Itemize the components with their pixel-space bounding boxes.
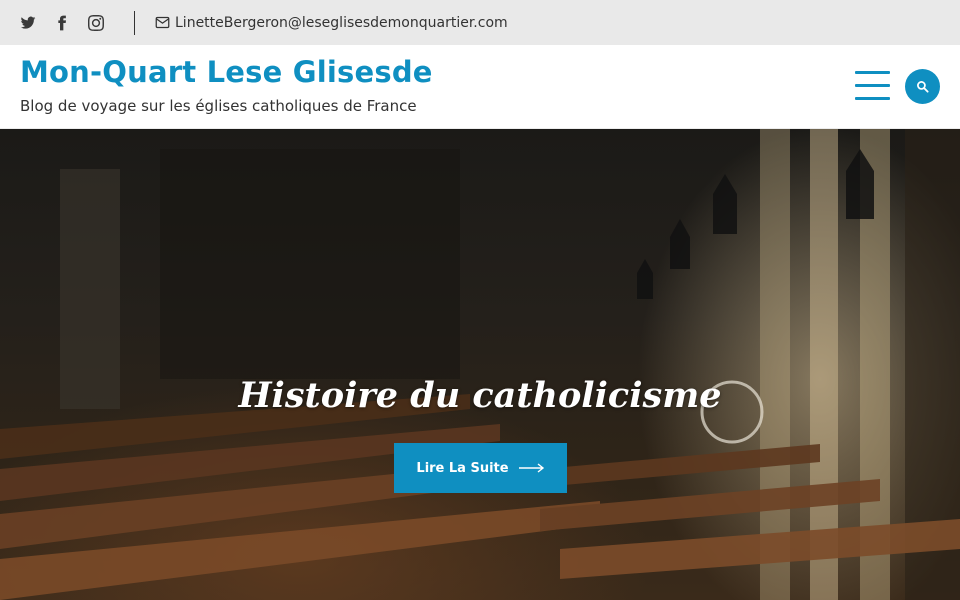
hamburger-menu-icon[interactable] xyxy=(855,70,890,102)
instagram-icon xyxy=(88,14,104,31)
read-more-button[interactable]: Lire La Suite xyxy=(394,443,567,493)
search-icon xyxy=(917,81,929,93)
twitter-link[interactable] xyxy=(20,15,36,31)
hero-banner: Histoire du catholicisme Lire La Suite xyxy=(0,129,960,600)
social-links xyxy=(0,14,122,31)
site-tagline: Blog de voyage sur les églises catholiqu… xyxy=(20,97,417,115)
envelope-icon xyxy=(155,16,170,29)
top-bar: LinetteBergeron@leseglisesdemonquartier.… xyxy=(0,0,960,45)
site-title[interactable]: Mon-Quart Lese Glisesde xyxy=(20,55,433,89)
facebook-icon xyxy=(58,15,66,30)
site-header: Mon-Quart Lese Glisesde Blog de voyage s… xyxy=(0,45,960,129)
search-button[interactable] xyxy=(905,69,940,104)
email-link[interactable]: LinetteBergeron@leseglisesdemonquartier.… xyxy=(155,15,508,31)
instagram-link[interactable] xyxy=(88,14,104,31)
hero-title: Histoire du catholicisme xyxy=(238,375,722,416)
read-more-label: Lire La Suite xyxy=(416,460,509,476)
twitter-icon xyxy=(20,16,36,29)
facebook-link[interactable] xyxy=(54,15,70,31)
topbar-divider xyxy=(134,10,135,35)
church-interior-image xyxy=(0,129,960,600)
email-address: LinetteBergeron@leseglisesdemonquartier.… xyxy=(175,14,508,31)
arrow-right-icon xyxy=(518,463,544,473)
